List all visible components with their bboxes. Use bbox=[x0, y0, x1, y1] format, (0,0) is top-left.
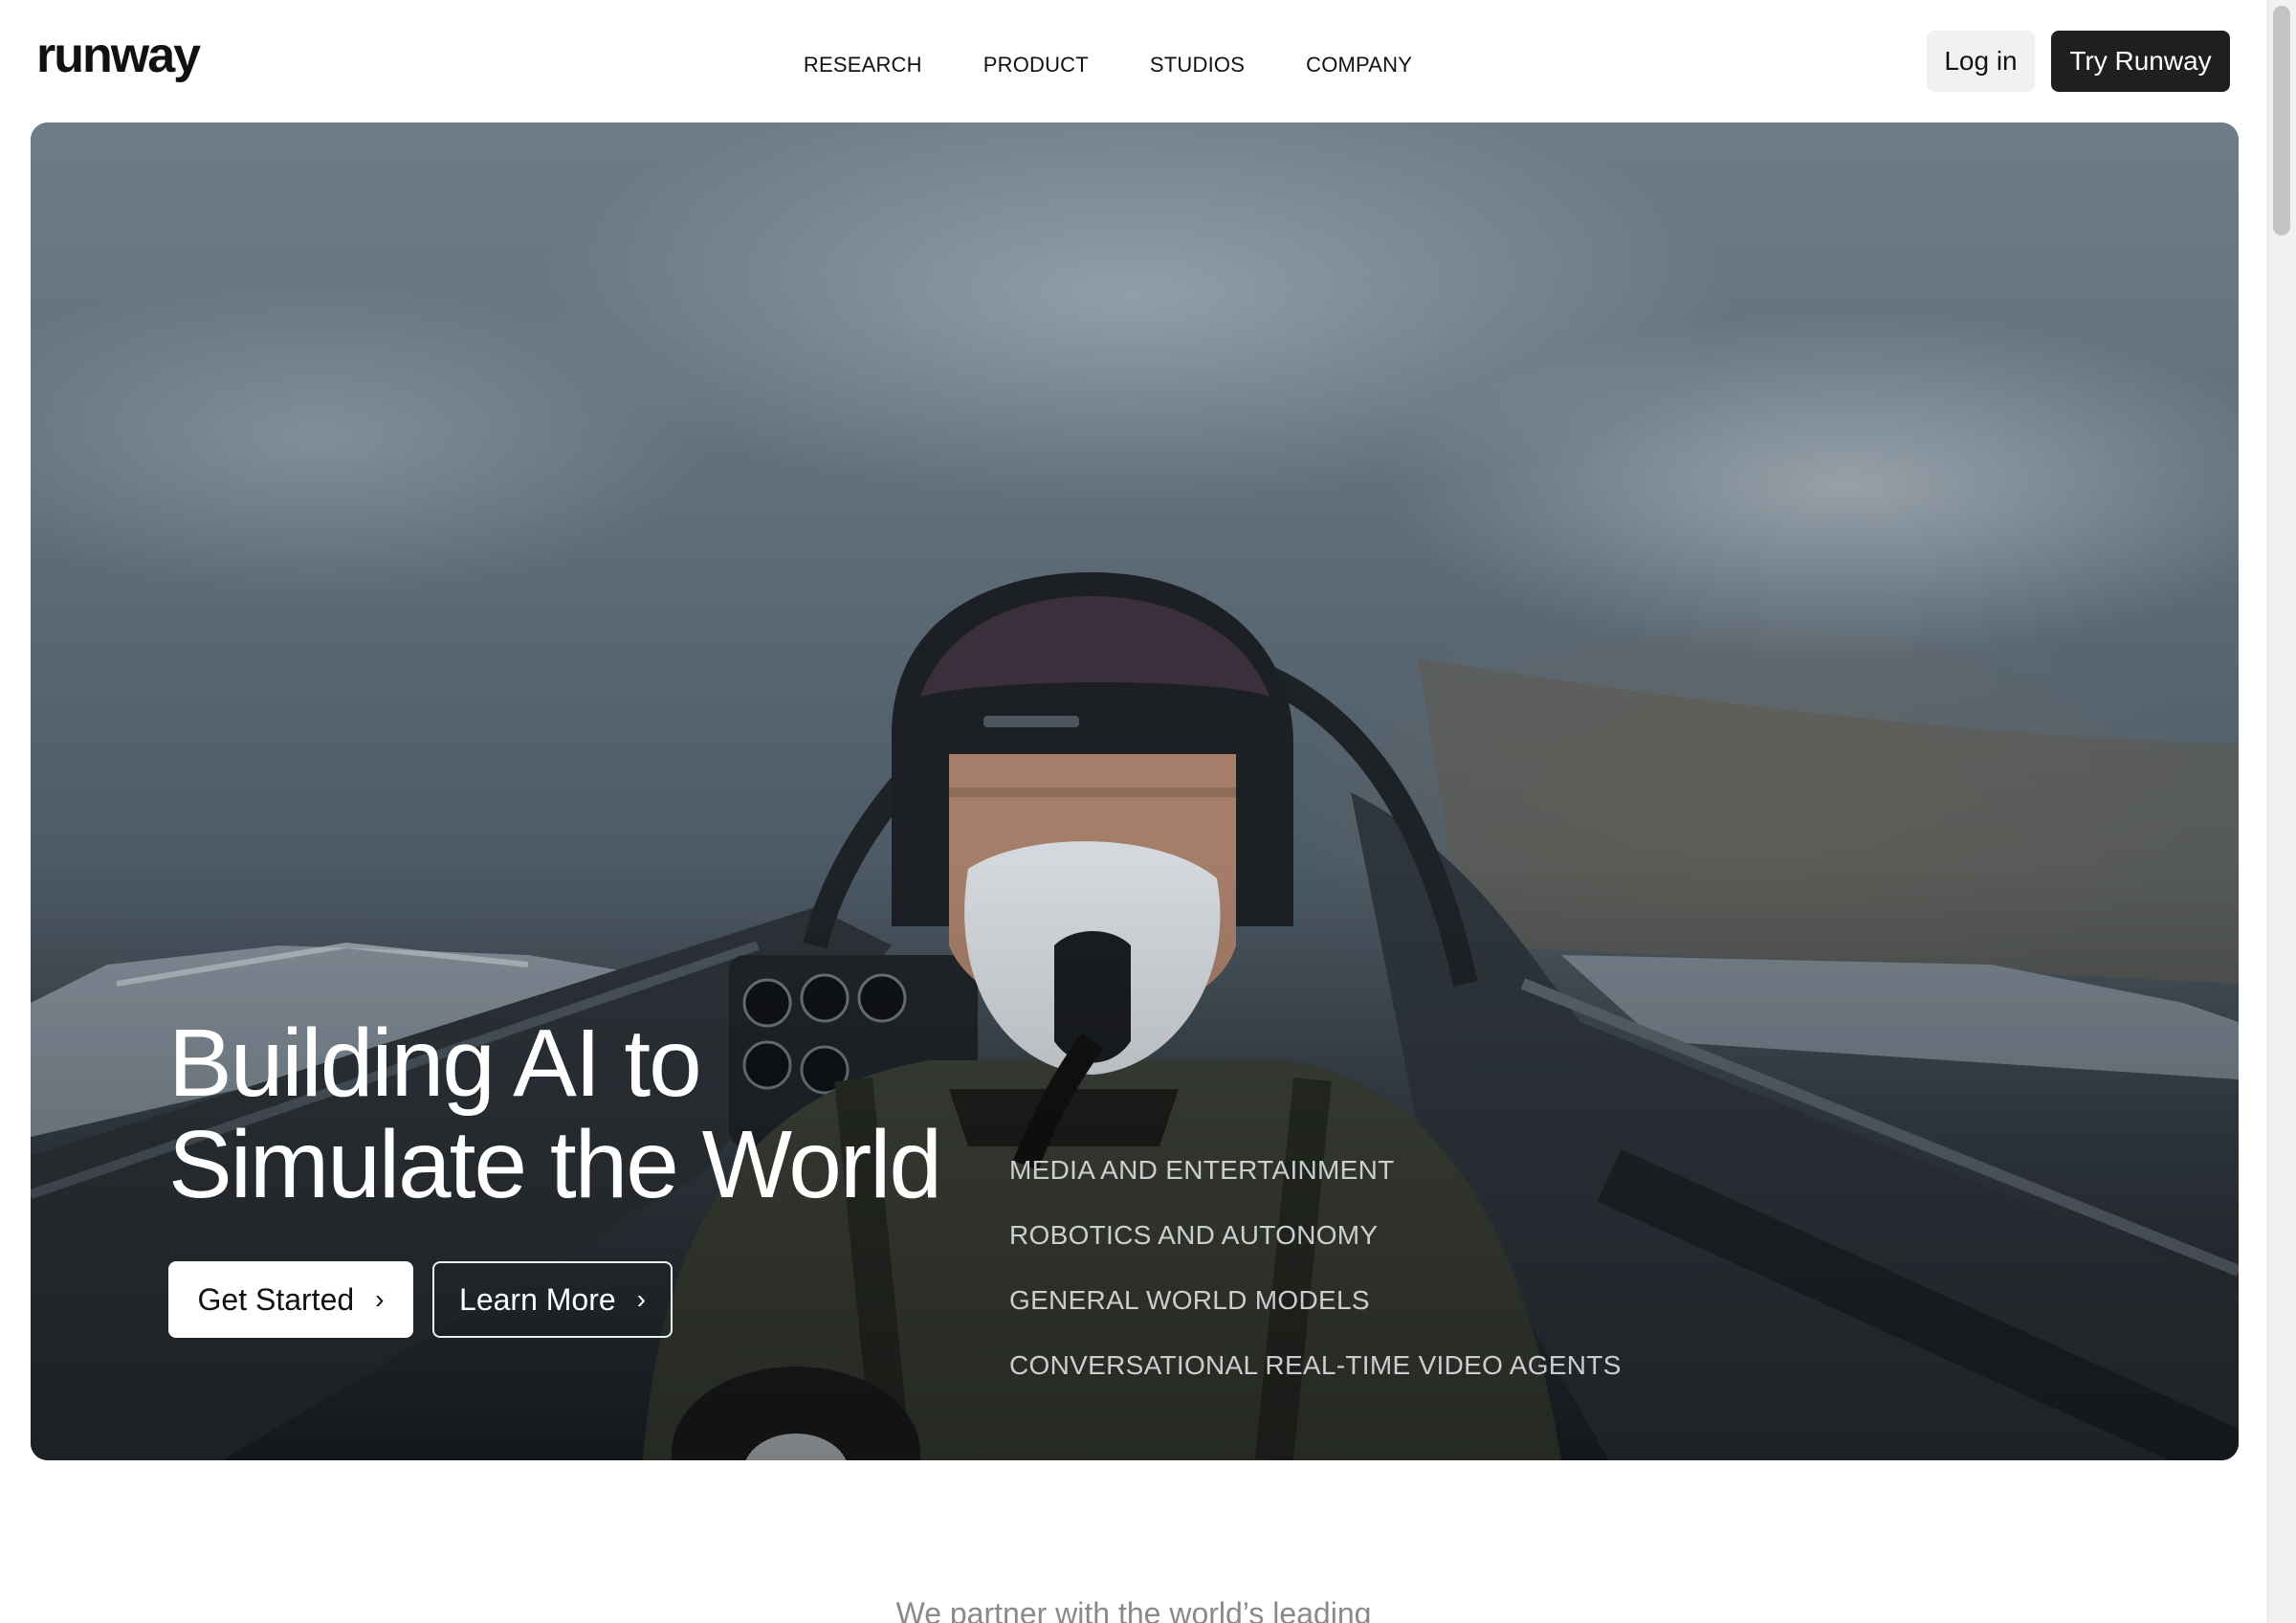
site-header: runway RESEARCH PRODUCT STUDIOS COMPANY … bbox=[0, 0, 2267, 122]
learn-more-button[interactable]: Learn More › bbox=[432, 1261, 673, 1338]
get-started-label: Get Started bbox=[197, 1281, 355, 1317]
nav-product[interactable]: PRODUCT bbox=[953, 50, 1119, 80]
page-scrollbar-thumb[interactable] bbox=[2273, 6, 2290, 235]
sector-list: MEDIA AND ENTERTAINMENT ROBOTICS AND AUT… bbox=[1009, 1154, 1622, 1414]
hero-section: Building AI to Simulate the World Get St… bbox=[31, 122, 2239, 1460]
nav-studios[interactable]: STUDIOS bbox=[1119, 50, 1275, 80]
login-button[interactable]: Log in bbox=[1927, 31, 2035, 92]
sector-conversational-video-agents[interactable]: CONVERSATIONAL REAL-TIME VIDEO AGENTS bbox=[1009, 1349, 1622, 1382]
nav-research[interactable]: RESEARCH bbox=[773, 50, 953, 80]
sector-robotics-autonomy[interactable]: ROBOTICS AND AUTONOMY bbox=[1009, 1219, 1622, 1252]
sector-general-world-models[interactable]: GENERAL WORLD MODELS bbox=[1009, 1284, 1622, 1317]
partner-heading: We partner with the world’s leading bbox=[895, 1596, 1372, 1623]
nav-company[interactable]: COMPANY bbox=[1275, 50, 1443, 80]
page: runway RESEARCH PRODUCT STUDIOS COMPANY … bbox=[0, 0, 2296, 1623]
try-runway-button[interactable]: Try Runway bbox=[2051, 31, 2230, 92]
hero-actions: Get Started › Learn More › bbox=[168, 1261, 673, 1338]
sector-media-entertainment[interactable]: MEDIA AND ENTERTAINMENT bbox=[1009, 1154, 1622, 1187]
chevron-right-icon: › bbox=[375, 1284, 385, 1314]
hero-title-line-2: Simulate the World bbox=[168, 1111, 942, 1218]
get-started-button[interactable]: Get Started › bbox=[168, 1261, 413, 1338]
hero-title-line-1: Building AI to bbox=[168, 1010, 702, 1117]
chevron-right-icon: › bbox=[636, 1284, 646, 1314]
page-scrollbar-track[interactable] bbox=[2267, 0, 2296, 1623]
learn-more-label: Learn More bbox=[459, 1281, 616, 1317]
hero-title: Building AI to Simulate the World bbox=[168, 1012, 1029, 1215]
